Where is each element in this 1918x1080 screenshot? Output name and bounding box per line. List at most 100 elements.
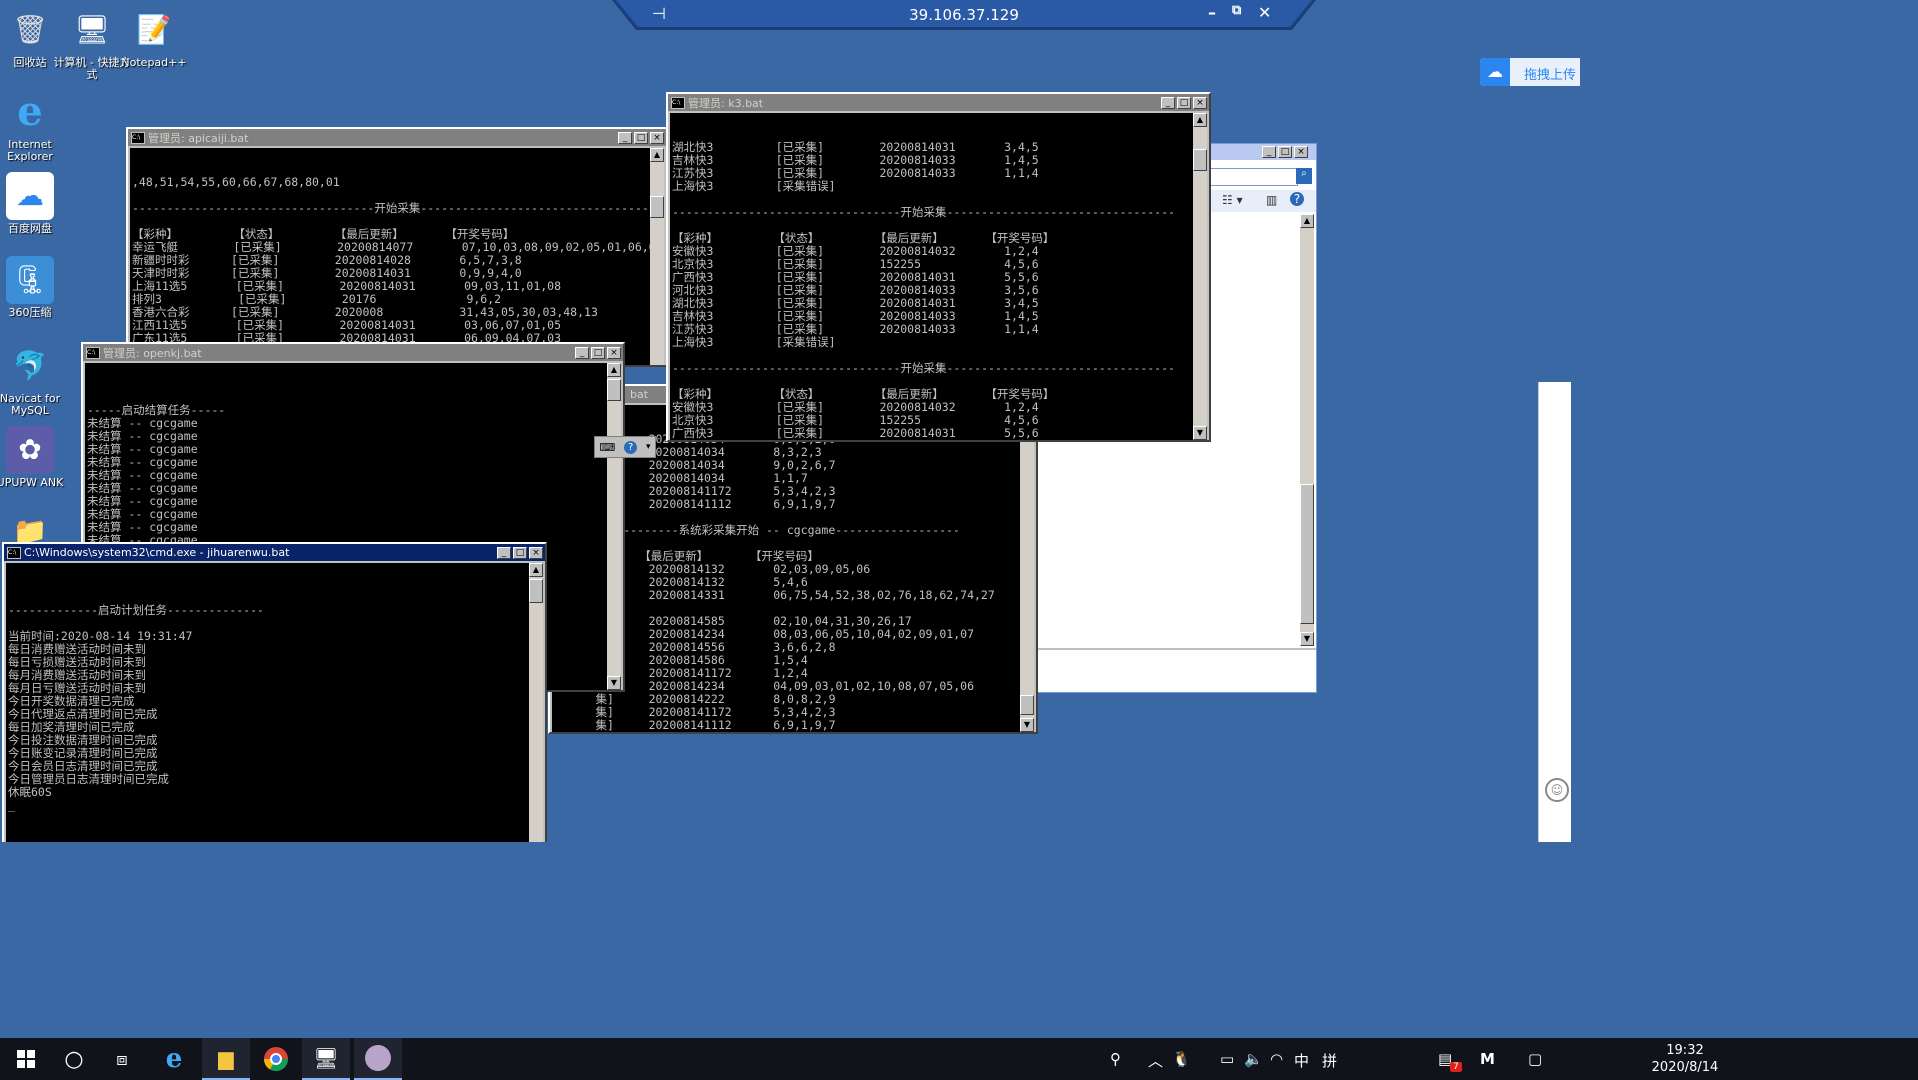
close-button[interactable]: ×: [650, 131, 664, 144]
wifi-icon[interactable]: ◠: [1270, 1050, 1283, 1068]
restore-icon[interactable]: ⧉: [1232, 3, 1241, 18]
vertical-scrollbar[interactable]: ▲: [650, 148, 664, 365]
scroll-down-icon[interactable]: ▼: [1020, 718, 1034, 732]
im-app-icon[interactable]: M: [1480, 1050, 1495, 1068]
console-window-jihuarenwu[interactable]: C:\ C:\Windows\system32\cmd.exe - jihuar…: [2, 542, 547, 842]
baidu-upload-widget[interactable]: ☁ 拖拽上传: [1480, 58, 1580, 86]
console-line: -----------------------------------开始采集-…: [132, 201, 652, 215]
close-button[interactable]: ×: [529, 546, 543, 559]
scroll-down-icon[interactable]: ▼: [607, 676, 621, 690]
clock[interactable]: 19:32 2020/8/14: [1640, 1042, 1730, 1076]
console-lines: 湖北快3 [已采集] 20200814031 3,4,5 吉林快3 [已采集] 2…: [672, 141, 1193, 441]
baidu-netdisk-icon: ☁: [1480, 58, 1510, 86]
close-button[interactable]: ×: [1193, 96, 1207, 109]
explorer-scrollbar[interactable]: ▲ ▼: [1300, 214, 1314, 646]
start-button[interactable]: [2, 1038, 50, 1080]
help-icon[interactable]: ?: [1290, 192, 1304, 206]
cmd-icon: C:\: [86, 346, 100, 359]
scroll-thumb[interactable]: [1193, 149, 1207, 171]
baidu-netdisk-icon: ☁: [6, 172, 54, 220]
scroll-down-icon[interactable]: ▼: [1193, 426, 1207, 440]
minimize-button[interactable]: _: [1262, 146, 1276, 158]
vertical-scrollbar[interactable]: ▲: [529, 563, 543, 842]
minimize-button[interactable]: _: [575, 346, 589, 359]
maximize-button[interactable]: □: [1278, 146, 1292, 158]
minimize-button[interactable]: _: [618, 131, 632, 144]
console-line: 上海快3 [采集错误]: [672, 335, 836, 349]
minimize-button[interactable]: _: [1161, 96, 1175, 109]
file-explorer-taskbar-button[interactable]: ▆: [202, 1038, 250, 1080]
help-icon[interactable]: ?: [624, 440, 638, 454]
search-input[interactable]: [1208, 168, 1298, 186]
chrome-taskbar-button[interactable]: [252, 1038, 300, 1080]
close-button[interactable]: ×: [607, 346, 621, 359]
window-title: 管理员: openkj.bat: [103, 346, 202, 360]
vertical-scrollbar[interactable]: ▲ ▼: [1193, 113, 1207, 440]
task-view-icon: ⧈: [116, 1048, 128, 1070]
volume-icon[interactable]: 🔈: [1244, 1050, 1263, 1068]
emoji-icon[interactable]: ☺: [1545, 778, 1569, 802]
internet-explorer-icon: e: [17, 88, 43, 135]
action-center-icon[interactable]: ▢: [1528, 1050, 1542, 1068]
chevron-down-icon[interactable]: ▾: [646, 442, 651, 452]
scroll-up-icon[interactable]: ▲: [529, 563, 543, 577]
preview-pane-icon[interactable]: ▥: [1266, 193, 1277, 207]
desktop-icon-360zip[interactable]: 🗜 360压缩: [0, 256, 70, 319]
ime-mode[interactable]: 拼: [1322, 1050, 1337, 1071]
desktop-icon-navicat[interactable]: 🐬 Navicat for MySQL: [0, 342, 70, 417]
cmd-icon: C:\: [7, 546, 21, 559]
desktop-icon-label: Notepad++: [121, 56, 187, 69]
scroll-up-icon[interactable]: ▲: [1193, 113, 1207, 127]
minimize-icon[interactable]: –: [1208, 3, 1216, 22]
maximize-button[interactable]: □: [634, 131, 648, 144]
window-titlebar: C:\ 管理员: k3.bat _ □ ×: [668, 94, 1209, 111]
scroll-thumb[interactable]: [1020, 695, 1034, 715]
show-hidden-icons-chevron-icon[interactable]: ︿: [1148, 1050, 1163, 1071]
close-icon[interactable]: ✕: [1258, 3, 1271, 22]
folder-icon: ▆: [218, 1046, 234, 1070]
battery-icon[interactable]: ▭: [1220, 1050, 1234, 1068]
view-icon[interactable]: ☷ ▾: [1222, 193, 1243, 207]
desktop-icon-baidu-netdisk[interactable]: ☁ 百度网盘: [0, 172, 70, 235]
maximize-button[interactable]: □: [513, 546, 527, 559]
scroll-thumb[interactable]: [650, 196, 664, 218]
remote-desktop-taskbar-button[interactable]: 🖥: [302, 1038, 350, 1080]
search-icon[interactable]: ⌕: [1296, 168, 1312, 184]
scroll-up-icon[interactable]: ▲: [1300, 214, 1314, 228]
close-button[interactable]: ×: [1294, 146, 1308, 158]
scroll-down-icon[interactable]: ▼: [1300, 632, 1314, 646]
taskbar: ○ ⧈ e ▆ 🖥 ⚲ ︿ 🐧 ▭ 🔈 ◠ 中 拼 19:32 2020/8/1…: [0, 1038, 1918, 1080]
window-titlebar: C:\ 管理员: apicaiji.bat _ □ ×: [128, 129, 666, 146]
scroll-thumb[interactable]: [1300, 484, 1314, 624]
desktop-icon-ie[interactable]: e Internet Explorer: [0, 88, 70, 163]
scroll-thumb[interactable]: [529, 579, 543, 603]
people-icon[interactable]: ⚲: [1110, 1050, 1121, 1068]
computer-icon: 🖥: [74, 13, 110, 46]
navicat-icon: 🐬: [12, 349, 48, 382]
console-output: -------------启动计划任务-------------- 当前时间:2…: [6, 563, 531, 842]
minimize-button[interactable]: _: [497, 546, 511, 559]
scroll-up-icon[interactable]: ▲: [650, 148, 664, 162]
app-avatar-icon: [365, 1045, 391, 1071]
task-view-button[interactable]: ⧈: [98, 1038, 146, 1080]
qq-icon[interactable]: 🐧: [1172, 1050, 1191, 1068]
scroll-up-icon[interactable]: ▲: [607, 363, 621, 377]
maximize-button[interactable]: □: [591, 346, 605, 359]
desktop-icon-notepadpp[interactable]: 📝 Notepad++: [114, 6, 194, 69]
window-title: 管理员: k3.bat: [688, 96, 764, 110]
partial-window-edge: ☺: [1538, 382, 1571, 842]
edge-taskbar-button[interactable]: e: [150, 1038, 198, 1080]
maximize-button[interactable]: □: [1177, 96, 1191, 109]
scroll-thumb[interactable]: [607, 379, 621, 401]
console-window-apicaiji[interactable]: C:\ 管理员: apicaiji.bat _ □ × ,48,51,54,55…: [126, 127, 668, 367]
vertical-scrollbar[interactable]: ▲ ▼: [1020, 405, 1034, 732]
search-circle-icon: ○: [64, 1046, 84, 1072]
console-window-k3[interactable]: C:\ 管理员: k3.bat _ □ × 湖北快3 [已采集] 2020081…: [666, 92, 1211, 442]
keyboard-icon[interactable]: ⌨: [599, 441, 615, 454]
desktop-icon-upupw[interactable]: ✿ UPUPW ANK: [0, 426, 70, 489]
input-language[interactable]: 中: [1294, 1050, 1309, 1071]
console-lines: ,48,51,54,55,60,66,67,68,80,01 ---------…: [132, 176, 652, 366]
app-taskbar-button[interactable]: [354, 1038, 402, 1080]
search-button[interactable]: ○: [50, 1038, 98, 1080]
vertical-scrollbar[interactable]: ▲ ▼: [607, 363, 621, 690]
